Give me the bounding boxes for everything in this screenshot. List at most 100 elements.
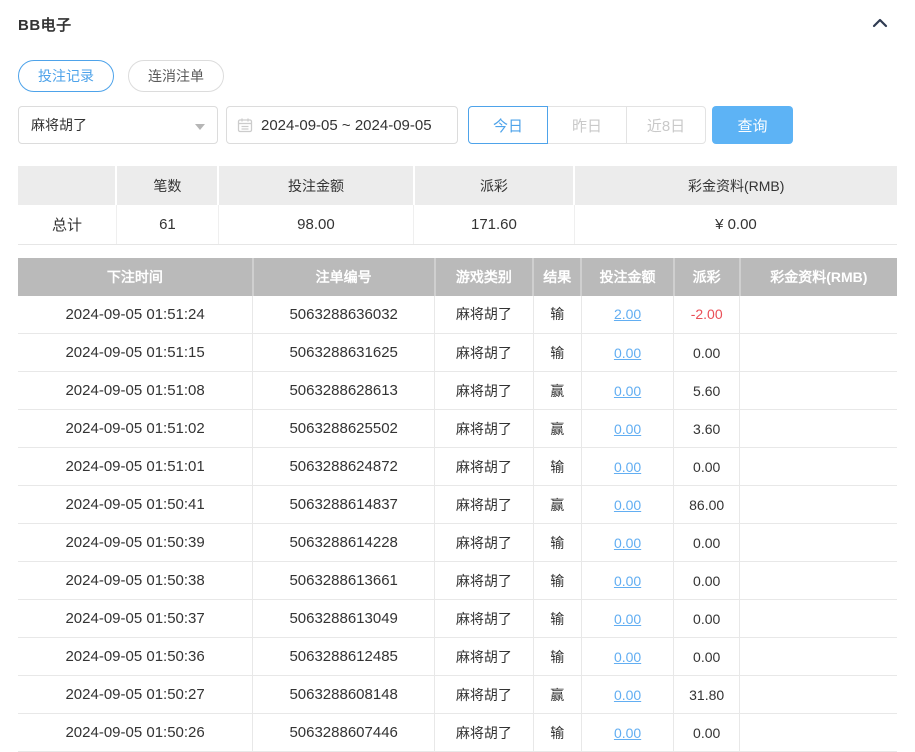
summary-table: 笔数 投注金额 派彩 彩金资料(RMB) 总计 61 98.00 171.60 …: [18, 166, 897, 245]
order-id-cell: 5063288612485: [253, 638, 435, 676]
bet-amount-cell: 2.00: [581, 296, 673, 334]
query-button[interactable]: 查询: [712, 106, 793, 144]
bet-time-cell: 2024-09-05 01:50:27: [18, 676, 253, 714]
order-id-cell: 5063288607446: [253, 714, 435, 752]
bet-amount-link[interactable]: 0.00: [614, 497, 641, 513]
game-type-cell: 麻将胡了: [435, 714, 533, 752]
records-col-payout: 派彩: [674, 258, 740, 296]
bet-amount-cell: 0.00: [581, 410, 673, 448]
jackpot-cell: [740, 600, 897, 638]
jackpot-cell: [740, 448, 897, 486]
bet-amount-link[interactable]: 0.00: [614, 535, 641, 551]
table-row: 2024-09-05 01:51:01 5063288624872 麻将胡了 输…: [18, 448, 897, 486]
payout-cell: 86.00: [674, 486, 740, 524]
summary-col-jackpot: 彩金资料(RMB): [574, 166, 897, 205]
bet-amount-link[interactable]: 0.00: [614, 345, 641, 361]
quick-range-last8days-button[interactable]: 近8日: [626, 106, 706, 144]
jackpot-cell: [740, 562, 897, 600]
table-row: 2024-09-05 01:51:24 5063288636032 麻将胡了 输…: [18, 296, 897, 334]
records-table-body: 2024-09-05 01:51:24 5063288636032 麻将胡了 输…: [18, 296, 897, 752]
date-range-input[interactable]: 2024-09-05 ~ 2024-09-05: [226, 106, 458, 144]
game-type-cell: 麻将胡了: [435, 448, 533, 486]
game-type-cell: 麻将胡了: [435, 676, 533, 714]
result-cell: 输: [533, 600, 581, 638]
caret-down-icon: [195, 124, 205, 130]
records-col-bet-amount: 投注金额: [581, 258, 673, 296]
tab-cancelled-orders[interactable]: 连消注单: [128, 60, 224, 92]
bet-amount-link[interactable]: 0.00: [614, 687, 641, 703]
bet-time-cell: 2024-09-05 01:50:41: [18, 486, 253, 524]
table-row: 2024-09-05 01:50:38 5063288613661 麻将胡了 输…: [18, 562, 897, 600]
summary-col-payout: 派彩: [414, 166, 575, 205]
payout-cell: 3.60: [674, 410, 740, 448]
jackpot-cell: [740, 638, 897, 676]
jackpot-cell: [740, 334, 897, 372]
bet-amount-cell: 0.00: [581, 334, 673, 372]
quick-range-today-button[interactable]: 今日: [468, 106, 548, 144]
payout-cell: 0.00: [674, 524, 740, 562]
summary-total-count: 61: [116, 205, 218, 244]
result-cell: 输: [533, 296, 581, 334]
bet-amount-cell: 0.00: [581, 600, 673, 638]
game-select-value: 麻将胡了: [31, 117, 87, 133]
order-id-cell: 5063288628613: [253, 372, 435, 410]
order-id-cell: 5063288614837: [253, 486, 435, 524]
bet-amount-link[interactable]: 0.00: [614, 725, 641, 741]
bet-amount-cell: 0.00: [581, 676, 673, 714]
panel-header: BB电子: [18, 14, 897, 35]
bet-time-cell: 2024-09-05 01:51:01: [18, 448, 253, 486]
bet-amount-link[interactable]: 0.00: [614, 611, 641, 627]
summary-col-bet-amount: 投注金额: [218, 166, 413, 205]
payout-cell: 0.00: [674, 334, 740, 372]
collapse-panel-button[interactable]: [871, 16, 889, 35]
result-cell: 赢: [533, 486, 581, 524]
records-header-row: 下注时间 注单编号 游戏类别 结果 投注金额 派彩 彩金资料(RMB): [18, 258, 897, 296]
bet-amount-link[interactable]: 0.00: [614, 459, 641, 475]
bet-amount-cell: 0.00: [581, 486, 673, 524]
payout-cell: -2.00: [674, 296, 740, 334]
jackpot-cell: [740, 524, 897, 562]
bet-amount-link[interactable]: 0.00: [614, 383, 641, 399]
records-col-jackpot: 彩金资料(RMB): [740, 258, 897, 296]
tab-bet-records[interactable]: 投注记录: [18, 60, 114, 92]
bet-time-cell: 2024-09-05 01:51:02: [18, 410, 253, 448]
order-id-cell: 5063288614228: [253, 524, 435, 562]
order-id-cell: 5063288613049: [253, 600, 435, 638]
order-id-cell: 5063288631625: [253, 334, 435, 372]
jackpot-cell: [740, 410, 897, 448]
payout-cell: 0.00: [674, 448, 740, 486]
table-row: 2024-09-05 01:50:41 5063288614837 麻将胡了 赢…: [18, 486, 897, 524]
summary-total-label: 总计: [18, 205, 116, 244]
bet-time-cell: 2024-09-05 01:51:24: [18, 296, 253, 334]
bet-amount-cell: 0.00: [581, 638, 673, 676]
bet-amount-link[interactable]: 0.00: [614, 421, 641, 437]
bet-amount-link[interactable]: 0.00: [614, 649, 641, 665]
game-type-cell: 麻将胡了: [435, 486, 533, 524]
bet-amount-cell: 0.00: [581, 372, 673, 410]
calendar-icon: [237, 117, 253, 133]
game-type-cell: 麻将胡了: [435, 410, 533, 448]
bet-time-cell: 2024-09-05 01:51:08: [18, 372, 253, 410]
table-row: 2024-09-05 01:50:36 5063288612485 麻将胡了 输…: [18, 638, 897, 676]
payout-cell: 0.00: [674, 600, 740, 638]
payout-cell: 0.00: [674, 714, 740, 752]
bet-amount-link[interactable]: 2.00: [614, 306, 641, 322]
bet-amount-link[interactable]: 0.00: [614, 573, 641, 589]
summary-total-payout: 171.60: [414, 205, 575, 244]
order-id-cell: 5063288636032: [253, 296, 435, 334]
result-cell: 输: [533, 638, 581, 676]
game-select[interactable]: 麻将胡了: [18, 106, 218, 144]
records-col-bet-time: 下注时间: [18, 258, 253, 296]
bet-amount-cell: 0.00: [581, 714, 673, 752]
result-cell: 赢: [533, 372, 581, 410]
table-row: 2024-09-05 01:51:15 5063288631625 麻将胡了 输…: [18, 334, 897, 372]
jackpot-cell: [740, 676, 897, 714]
jackpot-cell: [740, 714, 897, 752]
table-row: 2024-09-05 01:50:26 5063288607446 麻将胡了 输…: [18, 714, 897, 752]
quick-range-yesterday-button[interactable]: 昨日: [547, 106, 627, 144]
jackpot-cell: [740, 296, 897, 334]
summary-header-row: 笔数 投注金额 派彩 彩金资料(RMB): [18, 166, 897, 205]
records-col-order-id: 注单编号: [253, 258, 435, 296]
jackpot-cell: [740, 372, 897, 410]
records-col-game-type: 游戏类别: [435, 258, 533, 296]
